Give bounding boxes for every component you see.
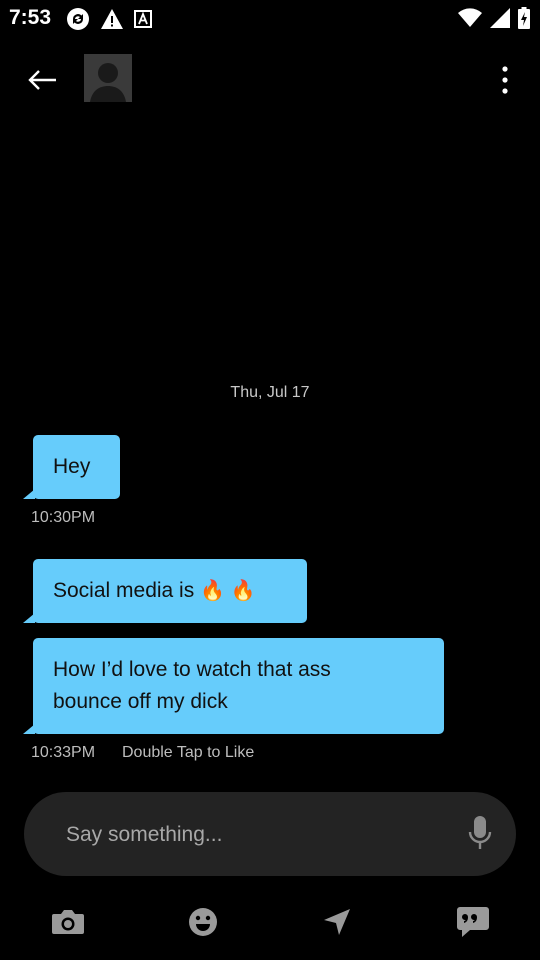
- sync-icon: [66, 7, 90, 36]
- font-notification-icon: [134, 10, 152, 33]
- message-timestamp: 10:30PM: [31, 509, 96, 526]
- message-text-line: How I’d love to watch that ass: [53, 658, 331, 681]
- microphone-icon: [468, 816, 492, 849]
- saved-phrases-button[interactable]: [453, 902, 493, 942]
- camera-icon: [52, 910, 84, 934]
- chat-header: [0, 52, 540, 108]
- avatar[interactable]: [84, 54, 132, 102]
- message-text: Hey: [53, 455, 91, 478]
- voice-input-button[interactable]: [468, 816, 492, 852]
- message-bubble[interactable]: Social media is 🔥 🔥: [23, 559, 307, 623]
- double-tap-like-hint: Double Tap to Like: [122, 744, 255, 761]
- more-vert-icon: [502, 66, 508, 94]
- bottom-toolbar: [0, 896, 540, 944]
- status-bar: 7:53: [0, 0, 540, 36]
- status-time: 7:53: [9, 6, 52, 29]
- warning-icon: [100, 8, 124, 35]
- camera-button[interactable]: [48, 902, 88, 942]
- wifi-icon: [458, 8, 482, 33]
- navigation-arrow-icon: [324, 909, 350, 935]
- message-text-line: bounce off my dick: [53, 690, 228, 713]
- message-text: Social media is: [53, 579, 195, 602]
- quote-bubble-icon: [457, 907, 489, 937]
- signal-icon: [490, 8, 510, 33]
- back-button[interactable]: [22, 60, 62, 100]
- overflow-menu-button[interactable]: [490, 60, 520, 100]
- smiley-icon: [189, 908, 217, 936]
- bubble-tail: [23, 613, 35, 623]
- battery-icon: [518, 7, 530, 34]
- bubble-tail: [23, 489, 35, 499]
- fire-emoji: 🔥 🔥: [200, 580, 256, 602]
- date-separator: Thu, Jul 17: [230, 384, 310, 401]
- message-timestamp: 10:33PM: [31, 744, 96, 761]
- message-bubble[interactable]: Hey: [23, 435, 120, 499]
- send-location-button[interactable]: [317, 902, 357, 942]
- message-input[interactable]: [64, 814, 448, 856]
- user-silhouette-icon: [84, 54, 132, 102]
- emoji-button[interactable]: [183, 902, 223, 942]
- back-arrow-icon: [28, 70, 56, 90]
- message-bubble[interactable]: How I’d love to watch that ass bounce of…: [23, 638, 444, 734]
- message-composer: [24, 792, 516, 876]
- bubble-tail: [23, 724, 35, 734]
